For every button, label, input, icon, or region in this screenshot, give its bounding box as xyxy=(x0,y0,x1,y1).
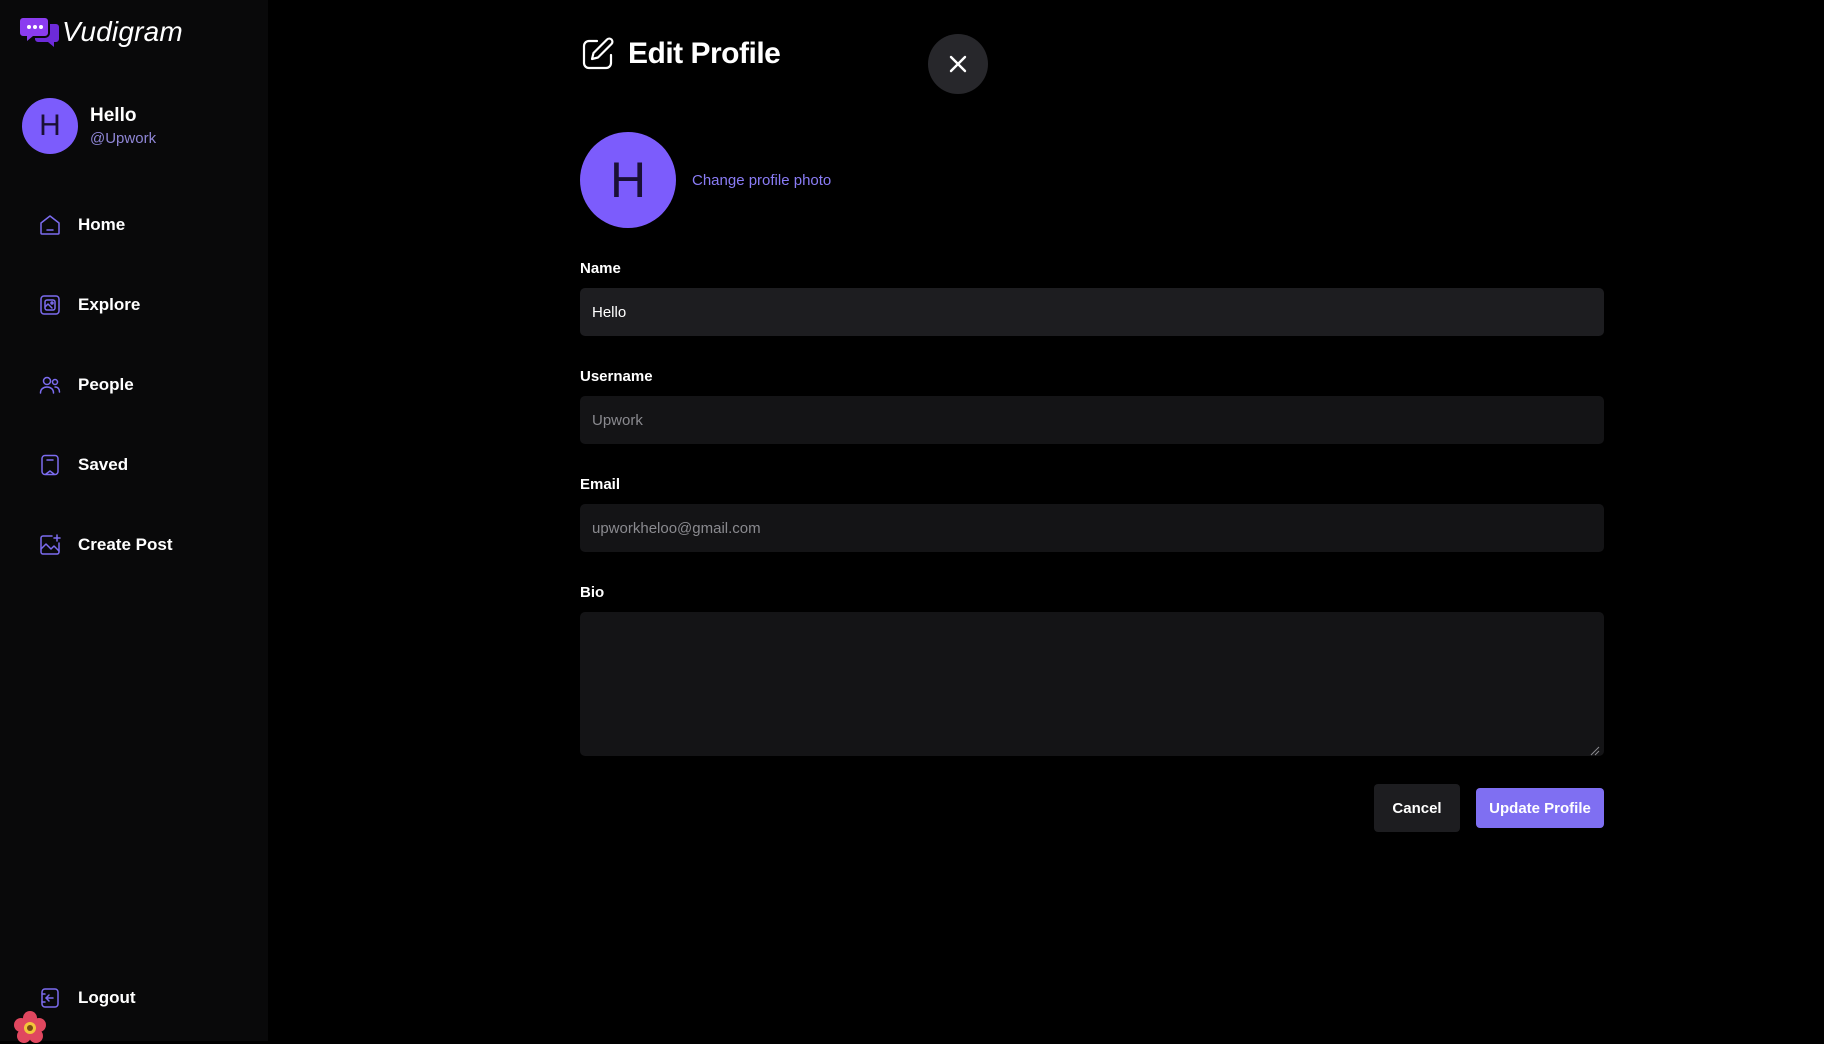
flower-badge-icon[interactable] xyxy=(8,1008,52,1044)
sidebar-item-label: Explore xyxy=(78,295,140,315)
email-label: Email xyxy=(580,476,620,493)
profile-photo[interactable]: H xyxy=(580,132,676,228)
sidebar-item-label: People xyxy=(78,375,134,395)
username-label: Username xyxy=(580,368,653,385)
home-icon xyxy=(38,213,62,237)
brand[interactable]: Vudigram xyxy=(20,14,183,50)
sidebar-item-home[interactable]: Home xyxy=(38,205,238,245)
sidebar-item-label: Create Post xyxy=(78,535,172,555)
update-profile-button[interactable]: Update Profile xyxy=(1476,788,1604,828)
sidebar-item-saved[interactable]: Saved xyxy=(38,445,238,485)
name-label: Name xyxy=(580,260,621,277)
sidebar-item-explore[interactable]: Explore xyxy=(38,285,238,325)
profile-photo-row: H Change profile photo xyxy=(580,132,831,228)
bookmark-icon xyxy=(38,453,62,477)
sidebar: Vudigram H Hello @Upwork Home Explore Pe… xyxy=(0,0,268,1041)
edit-icon xyxy=(580,36,616,72)
brand-name: Vudigram xyxy=(62,16,183,48)
user-card[interactable]: H Hello @Upwork xyxy=(22,98,156,154)
resize-handle-icon[interactable] xyxy=(1588,744,1600,756)
chat-bubbles-logo-icon xyxy=(20,14,60,50)
name-field[interactable] xyxy=(580,288,1604,336)
cancel-button[interactable]: Cancel xyxy=(1374,784,1460,832)
explore-icon xyxy=(38,293,62,317)
main-content: Edit Profile H Change profile photo Name… xyxy=(268,0,1824,1041)
close-icon xyxy=(948,54,968,74)
logout-icon xyxy=(38,986,62,1010)
sidebar-item-label: Saved xyxy=(78,455,128,475)
sidebar-item-people[interactable]: People xyxy=(38,365,238,405)
username-field[interactable] xyxy=(580,396,1604,444)
people-icon xyxy=(38,373,62,397)
logout-label: Logout xyxy=(78,988,136,1008)
user-handle: @Upwork xyxy=(90,130,156,147)
logout-button[interactable]: Logout xyxy=(38,978,238,1018)
sidebar-item-create-post[interactable]: Create Post xyxy=(38,525,238,565)
bio-label: Bio xyxy=(580,584,604,601)
page-header: Edit Profile xyxy=(580,36,780,72)
change-photo-link[interactable]: Change profile photo xyxy=(692,172,831,189)
sidebar-item-label: Home xyxy=(78,215,125,235)
bio-textarea[interactable] xyxy=(580,612,1604,756)
page-title: Edit Profile xyxy=(628,37,780,71)
create-post-icon xyxy=(38,533,62,557)
email-field[interactable] xyxy=(580,504,1604,552)
avatar: H xyxy=(22,98,78,154)
user-name: Hello xyxy=(90,105,156,127)
close-button[interactable] xyxy=(928,34,988,94)
